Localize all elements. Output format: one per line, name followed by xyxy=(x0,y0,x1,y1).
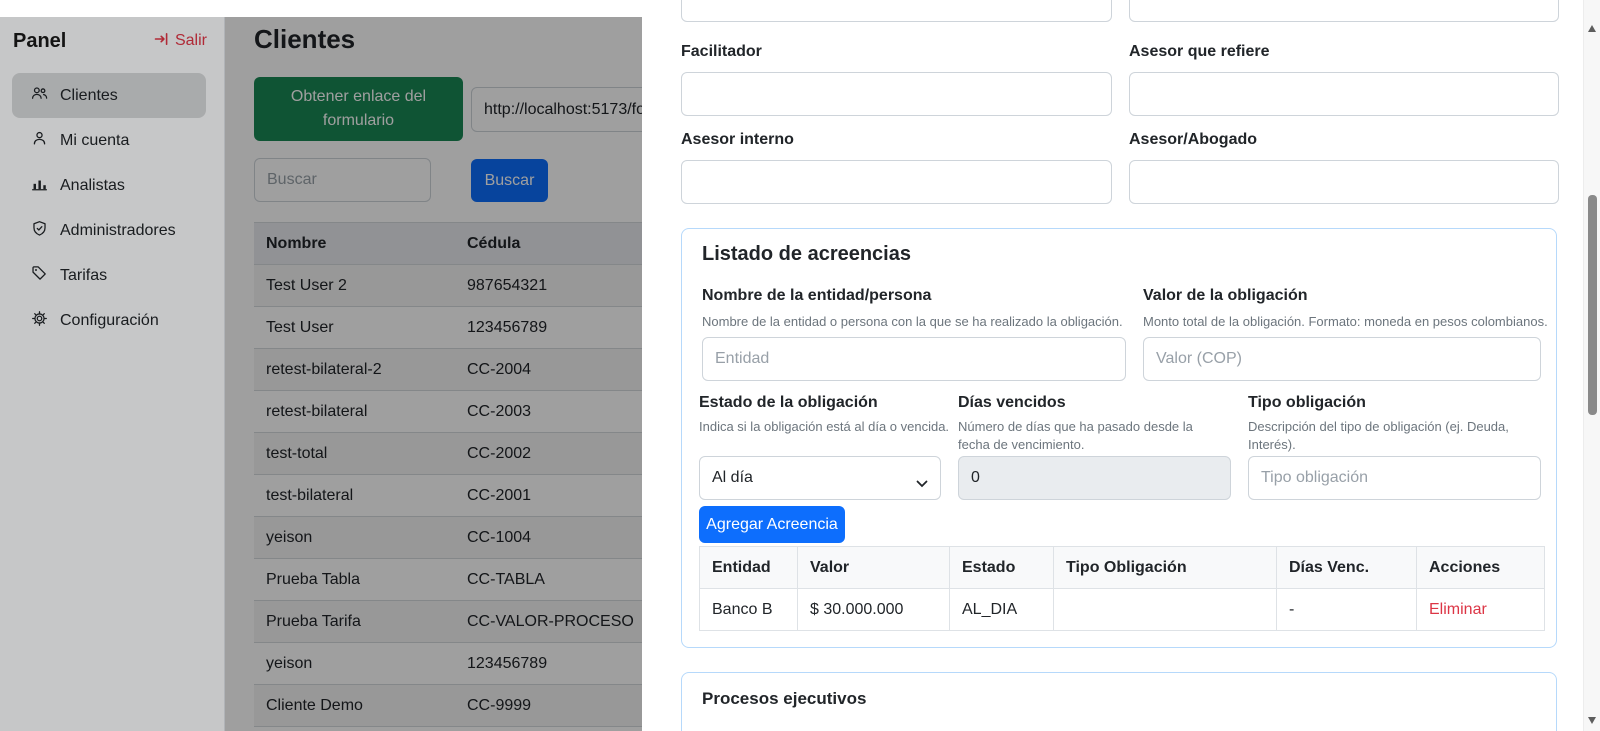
acreencias-card: Listado de acreencias Nombre de la entid… xyxy=(681,228,1557,648)
facilitador-input[interactable] xyxy=(681,72,1112,116)
valor-label: Valor de la obligación xyxy=(1143,287,1308,304)
cutoff-input-right[interactable] xyxy=(1129,0,1559,22)
tipo-cell xyxy=(1053,588,1277,631)
acciones-cell: Eliminar xyxy=(1416,588,1545,631)
acreencias-header-row: Entidad Valor Estado Tipo Obligación Día… xyxy=(699,546,1545,589)
entidad-cell: Banco B xyxy=(699,588,798,631)
asesor-refiere-input[interactable] xyxy=(1129,72,1559,116)
tipo-col-header: Tipo Obligación xyxy=(1053,546,1277,589)
add-acreencia-button[interactable]: Agregar Acreencia xyxy=(699,506,845,543)
valor-col-header: Valor xyxy=(797,546,950,589)
asesor-interno-input[interactable] xyxy=(681,160,1112,204)
valor-cell: $ 30.000.000 xyxy=(797,588,950,631)
valor-help: Monto total de la obligación. Formato: m… xyxy=(1143,314,1548,329)
asesor-abogado-label: Asesor/Abogado xyxy=(1129,131,1258,148)
estado-selected-value: Al día xyxy=(712,469,753,486)
procesos-card-title: Procesos ejecutivos xyxy=(702,689,867,708)
asesor-refiere-label: Asesor que refiere xyxy=(1129,43,1270,60)
chevron-down-icon xyxy=(916,475,928,493)
scroll-up-arrow[interactable] xyxy=(1588,25,1596,32)
acreencias-card-title: Listado de acreencias xyxy=(702,243,911,265)
modal-backdrop-inner[interactable] xyxy=(225,17,642,731)
client-form-panel: Facilitador Asesor que refiere Asesor in… xyxy=(642,0,1583,731)
dias-vencidos-label: Días vencidos xyxy=(958,394,1066,411)
tipo-obligacion-label: Tipo obligación xyxy=(1248,394,1366,411)
dias-col-header: Días Venc. xyxy=(1276,546,1417,589)
app-root: Panel Salir Clientes Mi cuenta Analistas… xyxy=(0,0,1600,731)
scroll-down-arrow[interactable] xyxy=(1588,717,1596,724)
cutoff-input-left[interactable] xyxy=(681,0,1112,22)
acciones-col-header: Acciones xyxy=(1416,546,1545,589)
scrollbar-thumb[interactable] xyxy=(1588,195,1597,415)
dias-vencidos-help: Número de días que ha pasado desde la fe… xyxy=(958,419,1193,453)
entidad-label: Nombre de la entidad/persona xyxy=(702,287,932,304)
dias-vencidos-input[interactable] xyxy=(958,456,1231,500)
acreencia-row: Banco B $ 30.000.000 AL_DIA - Eliminar xyxy=(699,588,1545,631)
procesos-card: Procesos ejecutivos xyxy=(681,672,1557,731)
facilitador-label: Facilitador xyxy=(681,43,762,60)
estado-help: Indica si la obligación está al día o ve… xyxy=(699,419,950,434)
estado-select[interactable]: Al día xyxy=(699,456,941,500)
entidad-input[interactable] xyxy=(702,337,1126,381)
entidad-col-header: Entidad xyxy=(699,546,798,589)
vertical-scrollbar[interactable] xyxy=(1583,0,1600,731)
estado-label: Estado de la obligación xyxy=(699,394,878,411)
entidad-help: Nombre de la entidad o persona con la qu… xyxy=(702,314,1123,329)
asesor-interno-label: Asesor interno xyxy=(681,131,794,148)
tipo-obligacion-input[interactable] xyxy=(1248,456,1541,500)
estado-col-header: Estado xyxy=(949,546,1054,589)
asesor-abogado-input[interactable] xyxy=(1129,160,1559,204)
estado-cell: AL_DIA xyxy=(949,588,1054,631)
tipo-obligacion-help: Descripción del tipo de obligación (ej. … xyxy=(1248,419,1509,453)
dias-cell: - xyxy=(1276,588,1417,631)
valor-input[interactable] xyxy=(1143,337,1541,381)
delete-acreencia-link[interactable]: Eliminar xyxy=(1429,601,1487,618)
acreencias-table: Entidad Valor Estado Tipo Obligación Día… xyxy=(699,546,1545,631)
